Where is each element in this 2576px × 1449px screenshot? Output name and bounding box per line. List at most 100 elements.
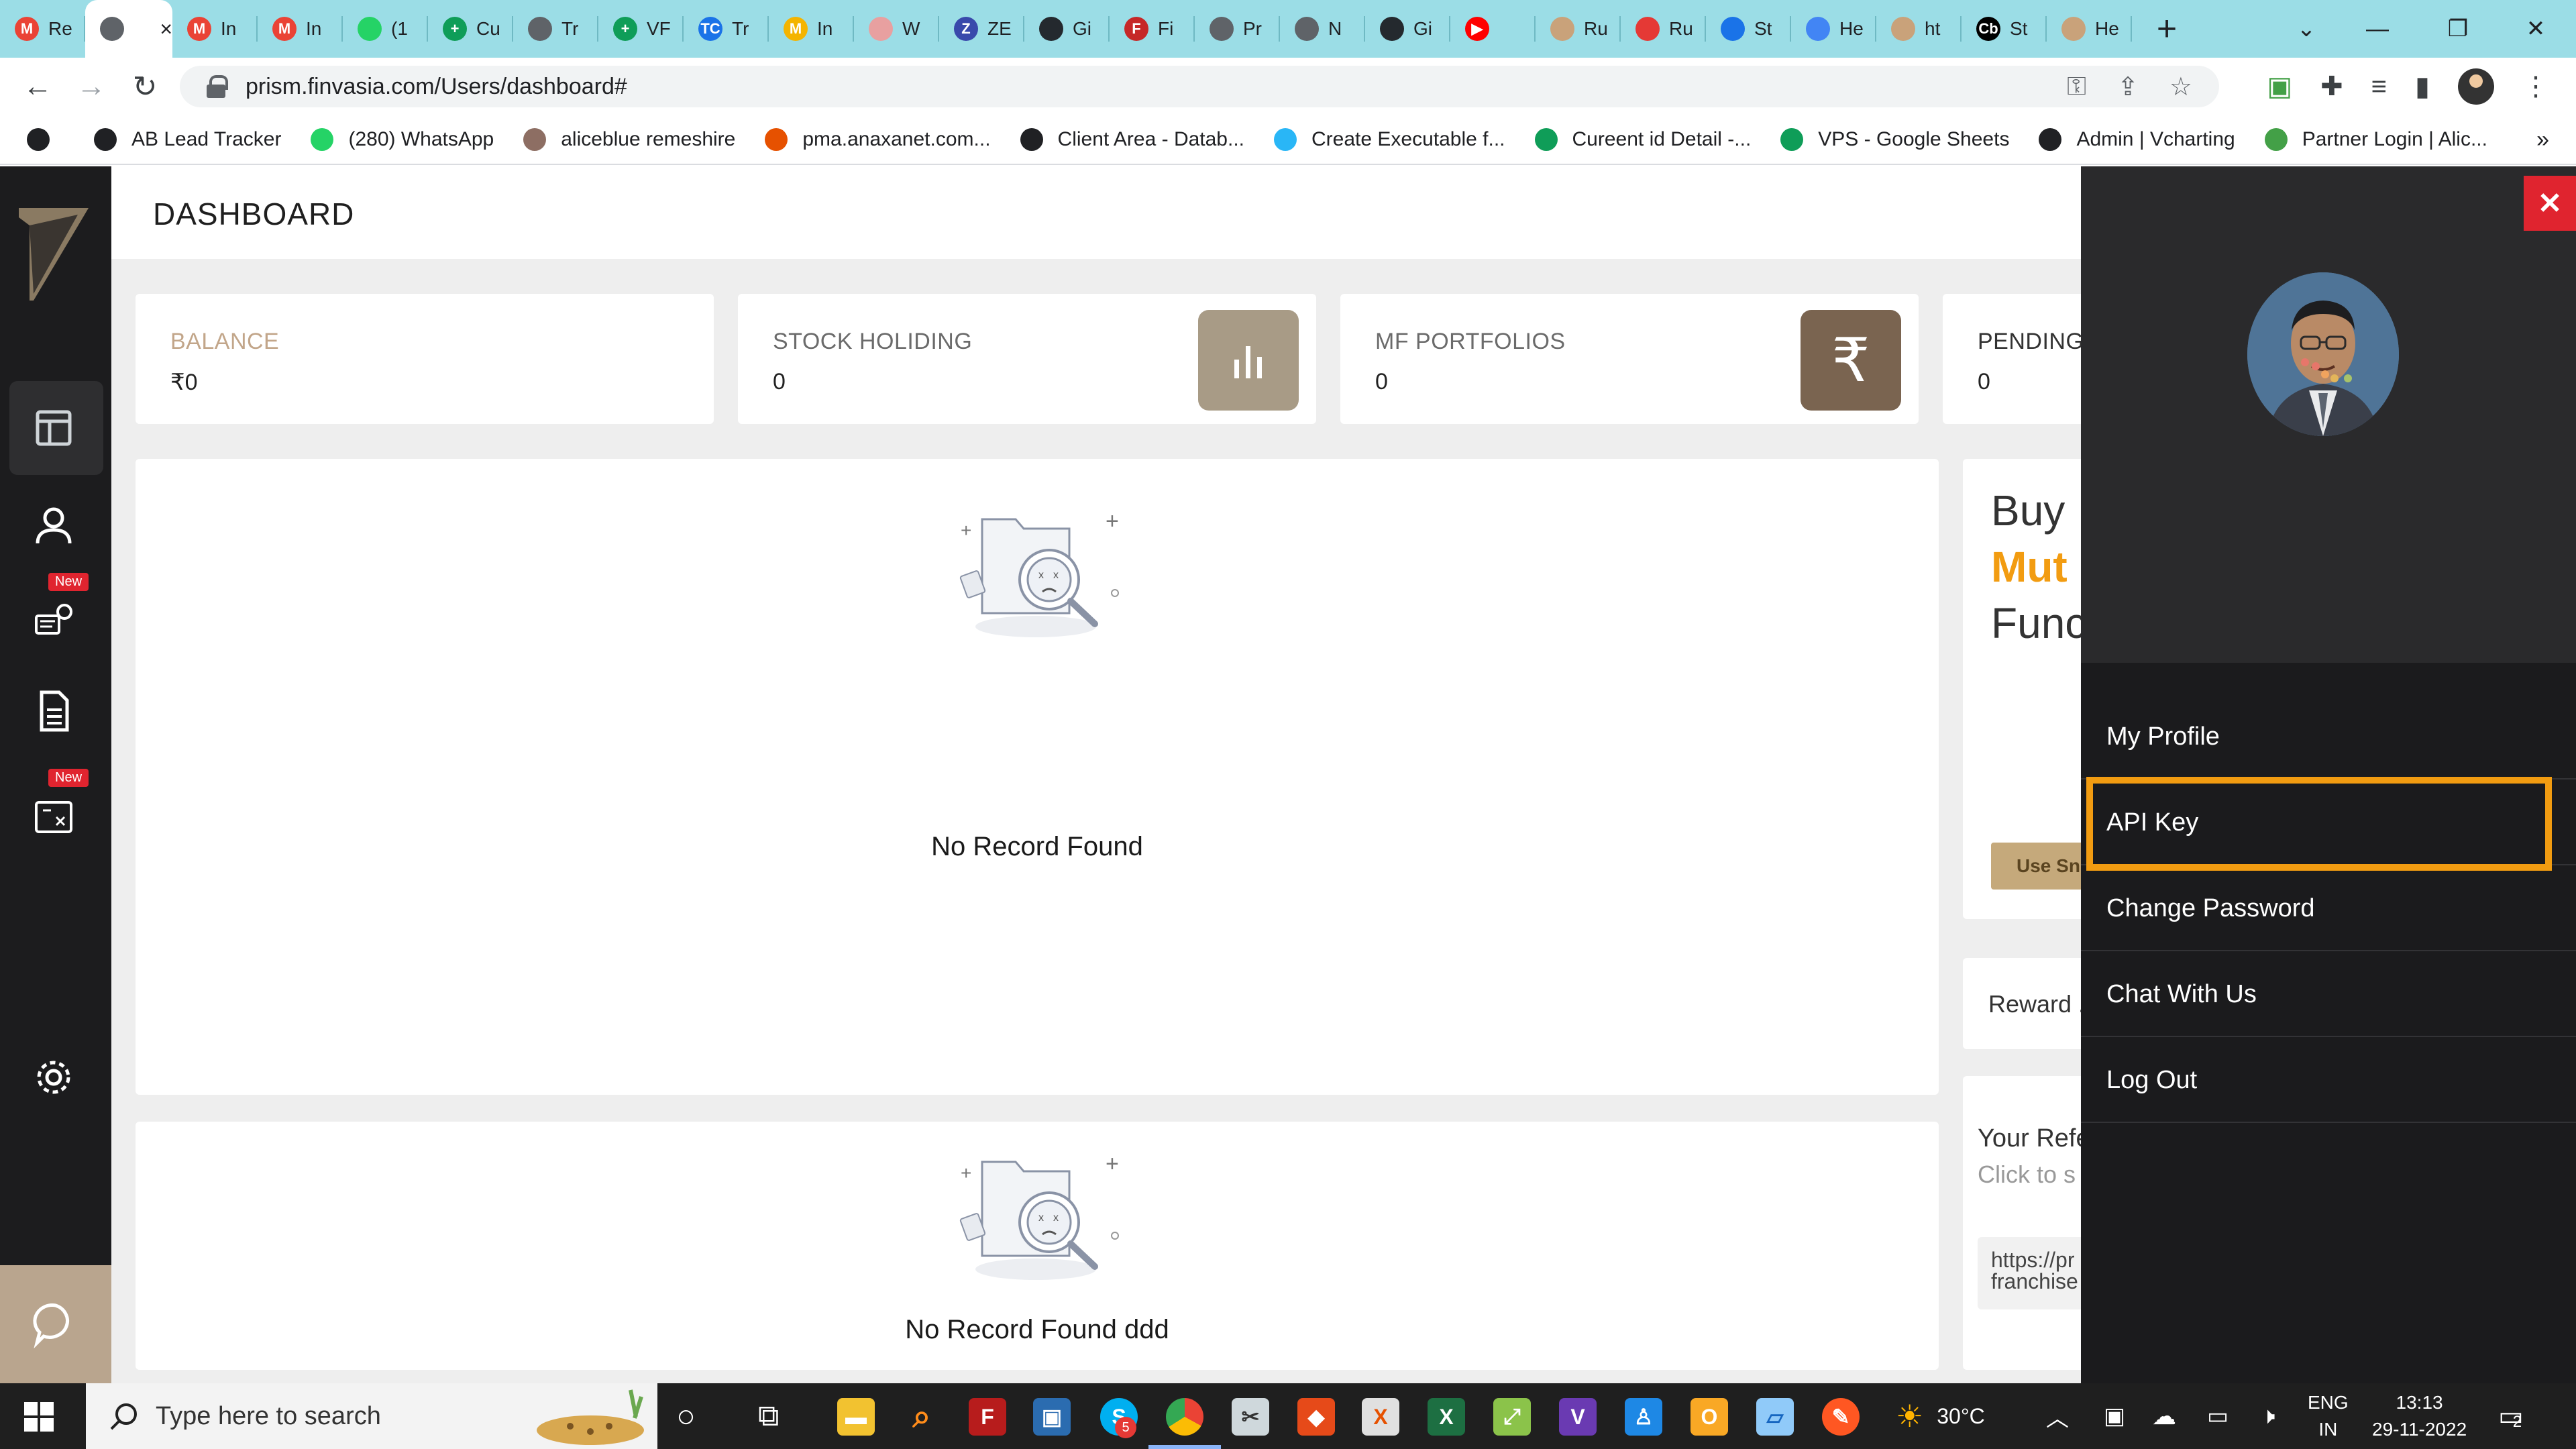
browser-tab[interactable]: Pr (1195, 0, 1280, 58)
document-icon[interactable] (27, 684, 80, 738)
task-view-icon[interactable]: ⧉ (758, 1399, 779, 1433)
bookmark-item[interactable]: aliceblue remeshire (523, 128, 735, 151)
balance-card[interactable]: BALANCE ₹0 (136, 294, 714, 424)
bookmark-item[interactable]: pma.anaxanet.com... (765, 128, 991, 151)
browser-tab[interactable]: M In (172, 0, 258, 58)
media-control-icon[interactable]: ≡ (2371, 72, 2387, 102)
browser-tab[interactable]: (1 (343, 0, 428, 58)
bookmark-item[interactable]: Admin | Vcharting (2039, 128, 2235, 151)
settings-gear-icon[interactable] (27, 1051, 80, 1104)
key-icon[interactable]: ⚿ (2067, 72, 2086, 101)
browser-tab[interactable]: F Fi (1110, 0, 1195, 58)
chat-widget-button[interactable] (0, 1265, 111, 1383)
bookmark-star-icon[interactable]: ☆ (2169, 72, 2192, 102)
dashboard-icon[interactable] (27, 401, 80, 455)
snipping-tool-icon[interactable]: ✂ (1232, 1398, 1269, 1436)
lock-icon[interactable] (207, 75, 228, 98)
browser-tab[interactable]: + VF (598, 0, 684, 58)
browser-tab[interactable]: He (2047, 0, 2132, 58)
outlook-icon[interactable]: O (1690, 1398, 1728, 1436)
clock[interactable]: 13:13 29-11-2022 (2372, 1383, 2467, 1449)
browser-tab[interactable]: ht (1876, 0, 1962, 58)
close-window-button[interactable]: ✕ (2496, 0, 2576, 58)
bookmark-item[interactable]: AB Lead Tracker (94, 128, 281, 151)
remote-desktop-icon[interactable]: ▣ (1033, 1398, 1071, 1436)
extension-icon[interactable]: ▣ (2267, 71, 2292, 102)
browser-tab[interactable]: Ru (1621, 0, 1706, 58)
bookmark-item[interactable]: Create Executable f... (1274, 128, 1505, 151)
browser-tab[interactable]: M Re (0, 0, 85, 58)
file-explorer-icon[interactable]: ▬ (837, 1398, 875, 1436)
profile-avatar[interactable] (2458, 68, 2494, 105)
visual-studio-icon[interactable]: V (1559, 1398, 1597, 1436)
calculator-icon[interactable] (27, 788, 80, 841)
notification-center-button[interactable]: ▭ 2 (2498, 1383, 2524, 1449)
browser-tab[interactable]: ▶ (1450, 0, 1536, 58)
battery-icon[interactable]: ▭ (2207, 1383, 2229, 1449)
browser-tab[interactable]: He (1791, 0, 1876, 58)
bookmark-item[interactable]: VPS - Google Sheets (1780, 128, 2009, 151)
anydesk-icon[interactable]: ◆ (1297, 1398, 1335, 1436)
pen-app-icon[interactable]: ✎ (1822, 1398, 1860, 1436)
browser-tab[interactable]: N (1280, 0, 1365, 58)
cortana-icon[interactable]: ○ (676, 1398, 696, 1435)
puzzle-icon[interactable]: ✚ (2320, 71, 2343, 102)
browser-tab[interactable]: Cb St (1962, 0, 2047, 58)
bookmark-item[interactable]: Client Area - Datab... (1020, 128, 1244, 151)
meet-now-icon[interactable]: ▣ (2104, 1383, 2125, 1449)
network-tool-icon[interactable]: ⤢ (1493, 1398, 1531, 1436)
bookmark-item[interactable]: Cureent id Detail -... (1534, 128, 1751, 151)
notes-app-icon[interactable]: ▱ (1756, 1398, 1794, 1436)
browser-tab[interactable]: TC Tr (684, 0, 769, 58)
minimize-button[interactable]: — (2337, 0, 2418, 58)
chrome-icon[interactable] (1166, 1398, 1203, 1436)
browser-tab[interactable]: M In (769, 0, 854, 58)
windows-start-icon[interactable] (24, 1402, 54, 1432)
back-button[interactable]: ← (11, 58, 64, 115)
browser-tab[interactable]: × (85, 0, 172, 58)
close-drawer-button[interactable]: ✕ (2524, 176, 2576, 231)
tab-close-icon[interactable]: × (160, 17, 172, 42)
language-indicator[interactable]: ENG IN (2308, 1383, 2349, 1449)
bookmark-item[interactable]: (280) WhatsApp (311, 128, 494, 151)
portfolio-tools-icon[interactable] (27, 592, 80, 645)
bookmarks-more-icon[interactable]: » (2536, 127, 2549, 153)
excel-icon[interactable]: X (1428, 1398, 1465, 1436)
bookmark-item[interactable]: Partner Login | Alic... (2264, 128, 2487, 151)
browser-tab[interactable]: Ru (1536, 0, 1621, 58)
menu-change-password[interactable]: Change Password (2081, 867, 2576, 951)
new-tab-button[interactable]: + (2140, 9, 2194, 49)
xampp-icon[interactable]: X (1362, 1398, 1399, 1436)
browser-tab[interactable]: + Cu (428, 0, 513, 58)
browser-tab[interactable]: Tr (513, 0, 598, 58)
menu-kebab-icon[interactable]: ⋮ (2522, 71, 2549, 102)
chevron-up-icon[interactable]: ︿ (2046, 1383, 2069, 1449)
browser-tab[interactable]: W (854, 0, 939, 58)
address-bar[interactable]: prism.finvasia.com/Users/dashboard# ⚿ ⇪ … (180, 66, 2219, 107)
forward-button[interactable]: → (64, 58, 118, 115)
weather-widget[interactable]: ☀ 30°C (1896, 1383, 1985, 1449)
mf-portfolios-card[interactable]: MF PORTFOLIOS 0 ₹ (1340, 294, 1919, 424)
share-icon[interactable]: ⇪ (2117, 72, 2139, 102)
menu-my-profile[interactable]: My Profile (2081, 695, 2576, 780)
reload-button[interactable]: ↻ (118, 58, 172, 115)
menu-chat-with-us[interactable]: Chat With Us (2081, 953, 2576, 1037)
tab-search-icon[interactable]: ⌄ (2266, 0, 2347, 58)
bookmark-item[interactable] (27, 128, 64, 151)
browser-tab[interactable]: M In (258, 0, 343, 58)
browser-tab[interactable]: Gi (1365, 0, 1450, 58)
browser-tab[interactable]: Gi (1024, 0, 1110, 58)
browser-tab[interactable]: Z ZE (939, 0, 1024, 58)
stock-holding-card[interactable]: STOCK HOLIDING 0 (738, 294, 1316, 424)
browser-tab[interactable]: St (1706, 0, 1791, 58)
user-tool-icon[interactable]: ♙ (1625, 1398, 1662, 1436)
speaker-muted-icon[interactable]: 🕨 (2261, 1383, 2275, 1449)
search-app-icon[interactable]: ⌕ (903, 1398, 941, 1436)
user-icon[interactable] (27, 499, 80, 553)
filezilla-icon[interactable]: F (969, 1398, 1006, 1436)
side-panel-icon[interactable]: ▮ (2415, 71, 2430, 102)
onedrive-cloud-icon[interactable]: ☁ (2152, 1383, 2176, 1449)
taskbar-search-box[interactable]: Type here to search (86, 1383, 657, 1449)
restore-button[interactable]: ❐ (2418, 0, 2498, 58)
menu-log-out[interactable]: Log Out (2081, 1038, 2576, 1123)
